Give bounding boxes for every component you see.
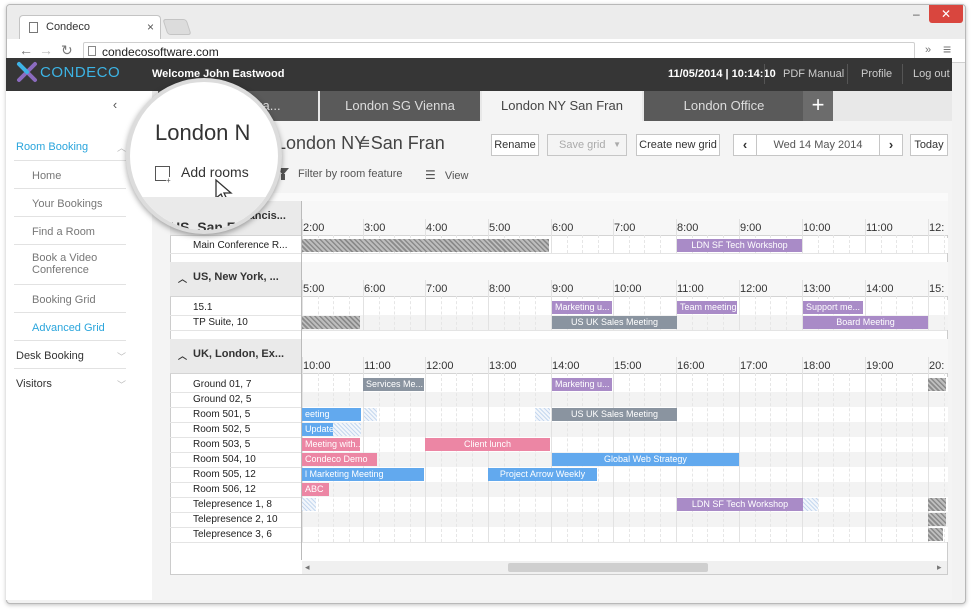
- new-tab-button[interactable]: [162, 19, 192, 35]
- view-label: View: [444, 170, 469, 182]
- sidebar-item-room-booking[interactable]: Room Booking ︿: [14, 133, 126, 161]
- tab-grid-4[interactable]: London Office: [644, 91, 804, 121]
- sidebar-item-label: Book a Video Conference: [32, 252, 98, 276]
- menu-icon[interactable]: ≡: [943, 41, 951, 57]
- chevron-down-icon: ﹀: [116, 352, 126, 362]
- next-date-button[interactable]: ›: [879, 134, 903, 156]
- sidebar-item-visitors[interactable]: Visitors ﹀: [14, 369, 126, 397]
- sidebar-item-home[interactable]: Home: [14, 161, 126, 189]
- header-divider: [764, 64, 765, 84]
- sidebar-item-your-bookings[interactable]: Your Bookings: [14, 189, 126, 217]
- scroll-left-icon[interactable]: ◂: [305, 562, 310, 573]
- welcome-text: Welcome John Eastwood: [152, 68, 285, 80]
- profile-link[interactable]: Profile: [861, 68, 892, 80]
- pdf-manual-link[interactable]: PDF Manual: [783, 68, 844, 80]
- logout-link[interactable]: Log out: [913, 68, 950, 80]
- forward-icon[interactable]: →: [39, 42, 53, 58]
- today-button[interactable]: Today: [910, 134, 948, 156]
- url-text: condecosoftware.com: [102, 45, 219, 59]
- view-control[interactable]: ☰ View: [425, 168, 468, 182]
- add-grid-tab-button[interactable]: +: [803, 91, 833, 121]
- app-header: CONDECO Welcome John Eastwood 11/05/2014…: [6, 58, 952, 91]
- filter-label: Filter by room feature: [298, 168, 403, 180]
- reload-icon[interactable]: ↻: [61, 42, 73, 59]
- add-rooms-plus-icon: +: [166, 176, 171, 185]
- close-tab-icon[interactable]: ×: [147, 20, 154, 34]
- chevron-down-icon: ▼: [613, 140, 621, 149]
- header-divider: [847, 64, 848, 84]
- sidebar-item-booking-grid[interactable]: Booking Grid: [14, 285, 126, 313]
- browser-tab[interactable]: Condeco ×: [19, 15, 161, 39]
- close-window-button[interactable]: ✕: [929, 5, 963, 23]
- header-date: 11/05/2014 | 10:14:10: [668, 68, 776, 80]
- page-icon: [29, 22, 38, 33]
- grid-room-column-divider: [301, 201, 302, 560]
- prev-date-button[interactable]: ‹: [733, 134, 757, 156]
- create-new-grid-button[interactable]: Create new grid: [636, 134, 720, 156]
- sidebar-item-desk-booking[interactable]: Desk Booking ﹀: [14, 341, 126, 369]
- page-icon: [88, 46, 96, 56]
- grid-top-gap: [170, 193, 948, 201]
- chevron-up-icon: ︿: [116, 143, 126, 153]
- tab-grid-3[interactable]: London NY San Fran: [482, 91, 642, 121]
- sidebar-item-video-conference[interactable]: Book a Video Conference: [14, 245, 126, 285]
- browser-tab-title: Condeco: [46, 21, 91, 33]
- collapse-sidebar-icon[interactable]: ‹: [104, 97, 126, 117]
- back-icon[interactable]: ←: [19, 42, 33, 58]
- scrollbar-thumb[interactable]: [508, 563, 708, 572]
- sidebar-item-label: Desk Booking: [16, 350, 84, 362]
- app-logo: CONDECO: [40, 64, 121, 81]
- sidebar-item-advanced-grid[interactable]: Advanced Grid: [14, 313, 126, 341]
- grid-menu-icon[interactable]: ≡: [360, 134, 370, 154]
- advanced-grid: [170, 193, 948, 575]
- save-grid-button[interactable]: Save grid ▼: [547, 134, 627, 156]
- magnified-title: London N: [155, 120, 251, 145]
- rename-button[interactable]: Rename: [491, 134, 539, 156]
- minimize-button[interactable]: –: [913, 7, 920, 21]
- sidebar-item-find-a-room[interactable]: Find a Room: [14, 217, 126, 245]
- extensions-icon[interactable]: »: [925, 44, 931, 56]
- tab-grid-2[interactable]: London SG Vienna: [320, 91, 480, 121]
- header-divider: [902, 64, 903, 84]
- sidebar-item-label: Visitors: [16, 378, 52, 390]
- chevron-down-icon: ﹀: [116, 380, 126, 390]
- condeco-logo-icon: [17, 62, 37, 82]
- scroll-right-icon[interactable]: ▸: [937, 562, 942, 573]
- sidebar-item-label: Room Booking: [16, 141, 89, 153]
- filter-icon-stem: [281, 174, 285, 180]
- list-view-icon: ☰: [425, 168, 436, 182]
- magnifier-callout: London N + Add rooms ︿ US, San Fran: [126, 78, 282, 234]
- save-grid-label: Save grid: [559, 139, 606, 151]
- browser-tab-strip: Condeco × – ✕: [7, 5, 965, 39]
- date-picker[interactable]: Wed 14 May 2014: [756, 134, 880, 156]
